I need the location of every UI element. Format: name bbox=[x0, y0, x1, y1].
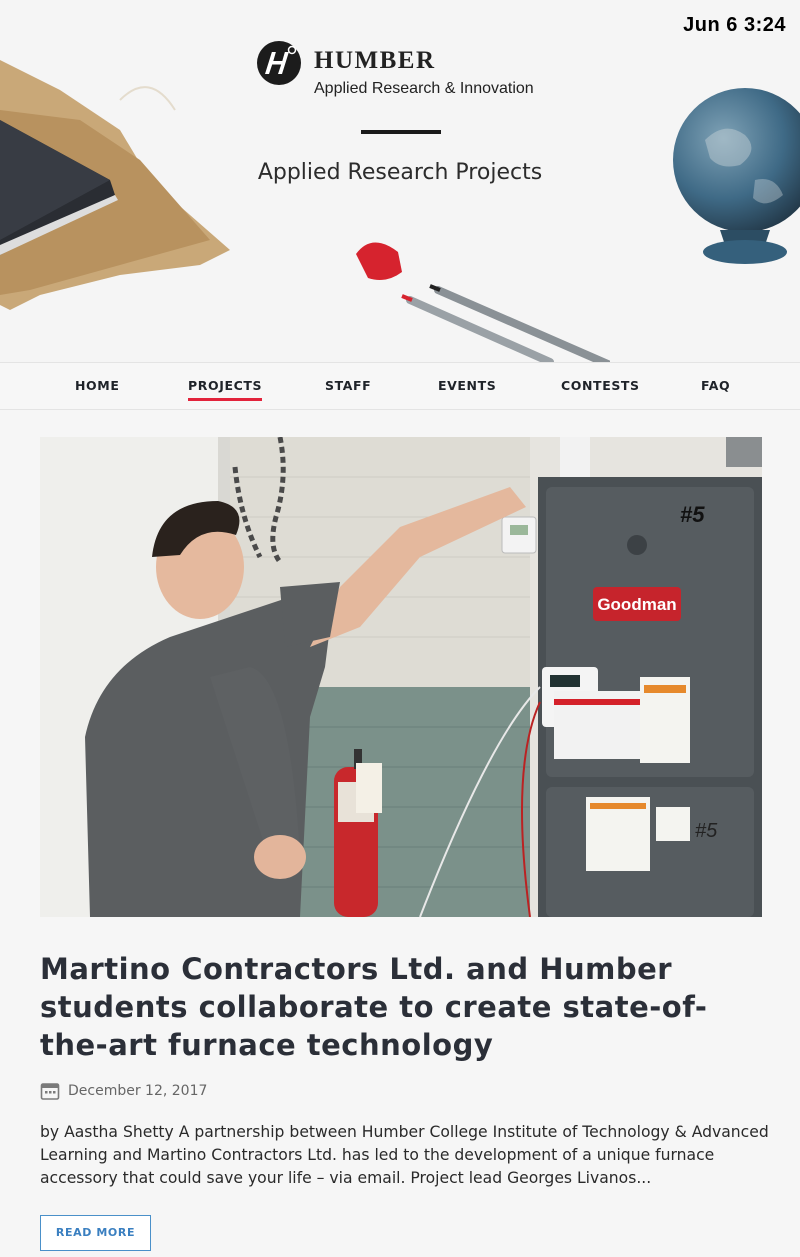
nav-item-events[interactable]: EVENTS bbox=[438, 363, 496, 409]
status-time: Jun 6 3:24 bbox=[683, 14, 786, 36]
hero-banner: HUMBER Applied Research & Innovation App… bbox=[0, 0, 800, 362]
article-date: December 12, 2017 bbox=[68, 1083, 208, 1099]
pens-illustration bbox=[356, 242, 610, 362]
page: HUMBER Applied Research & Innovation App… bbox=[0, 0, 800, 1257]
article-photo[interactable]: Goodman #5 #5 bbox=[40, 437, 762, 917]
brand-subtitle: Applied Research & Innovation bbox=[314, 80, 534, 97]
read-more-button[interactable]: READ MORE bbox=[40, 1215, 151, 1251]
nav-item-home[interactable]: HOME bbox=[75, 363, 119, 409]
nav-item-staff[interactable]: STAFF bbox=[325, 363, 371, 409]
humber-logo-icon bbox=[257, 41, 301, 85]
brand-name: HUMBER bbox=[314, 47, 436, 74]
page-title: Applied Research Projects bbox=[257, 160, 543, 185]
furnace-brand-label: Goodman bbox=[597, 595, 676, 614]
article-excerpt: by Aastha Shetty A partnership between H… bbox=[40, 1123, 769, 1187]
unit-number-lower-label: #5 bbox=[695, 820, 718, 842]
nav-item-contests[interactable]: CONTESTS bbox=[561, 363, 640, 409]
calendar-icon bbox=[40, 1083, 60, 1100]
hero-divider bbox=[361, 130, 441, 134]
humber-logo[interactable]: HUMBER Applied Research & Innovation bbox=[256, 40, 534, 98]
nav-item-faq[interactable]: FAQ bbox=[701, 363, 730, 409]
article-meta: December 12, 2017 bbox=[40, 1081, 207, 1101]
nav-item-projects[interactable]: PROJECTS bbox=[188, 363, 263, 409]
paper-notebook-illustration bbox=[0, 60, 230, 310]
main-nav: HOME PROJECTS STAFF EVENTS CONTESTS FAQ bbox=[0, 362, 800, 410]
unit-number-label: #5 bbox=[680, 502, 705, 527]
article-title[interactable]: Martino Contractors Ltd. and Humber stud… bbox=[40, 950, 760, 1064]
